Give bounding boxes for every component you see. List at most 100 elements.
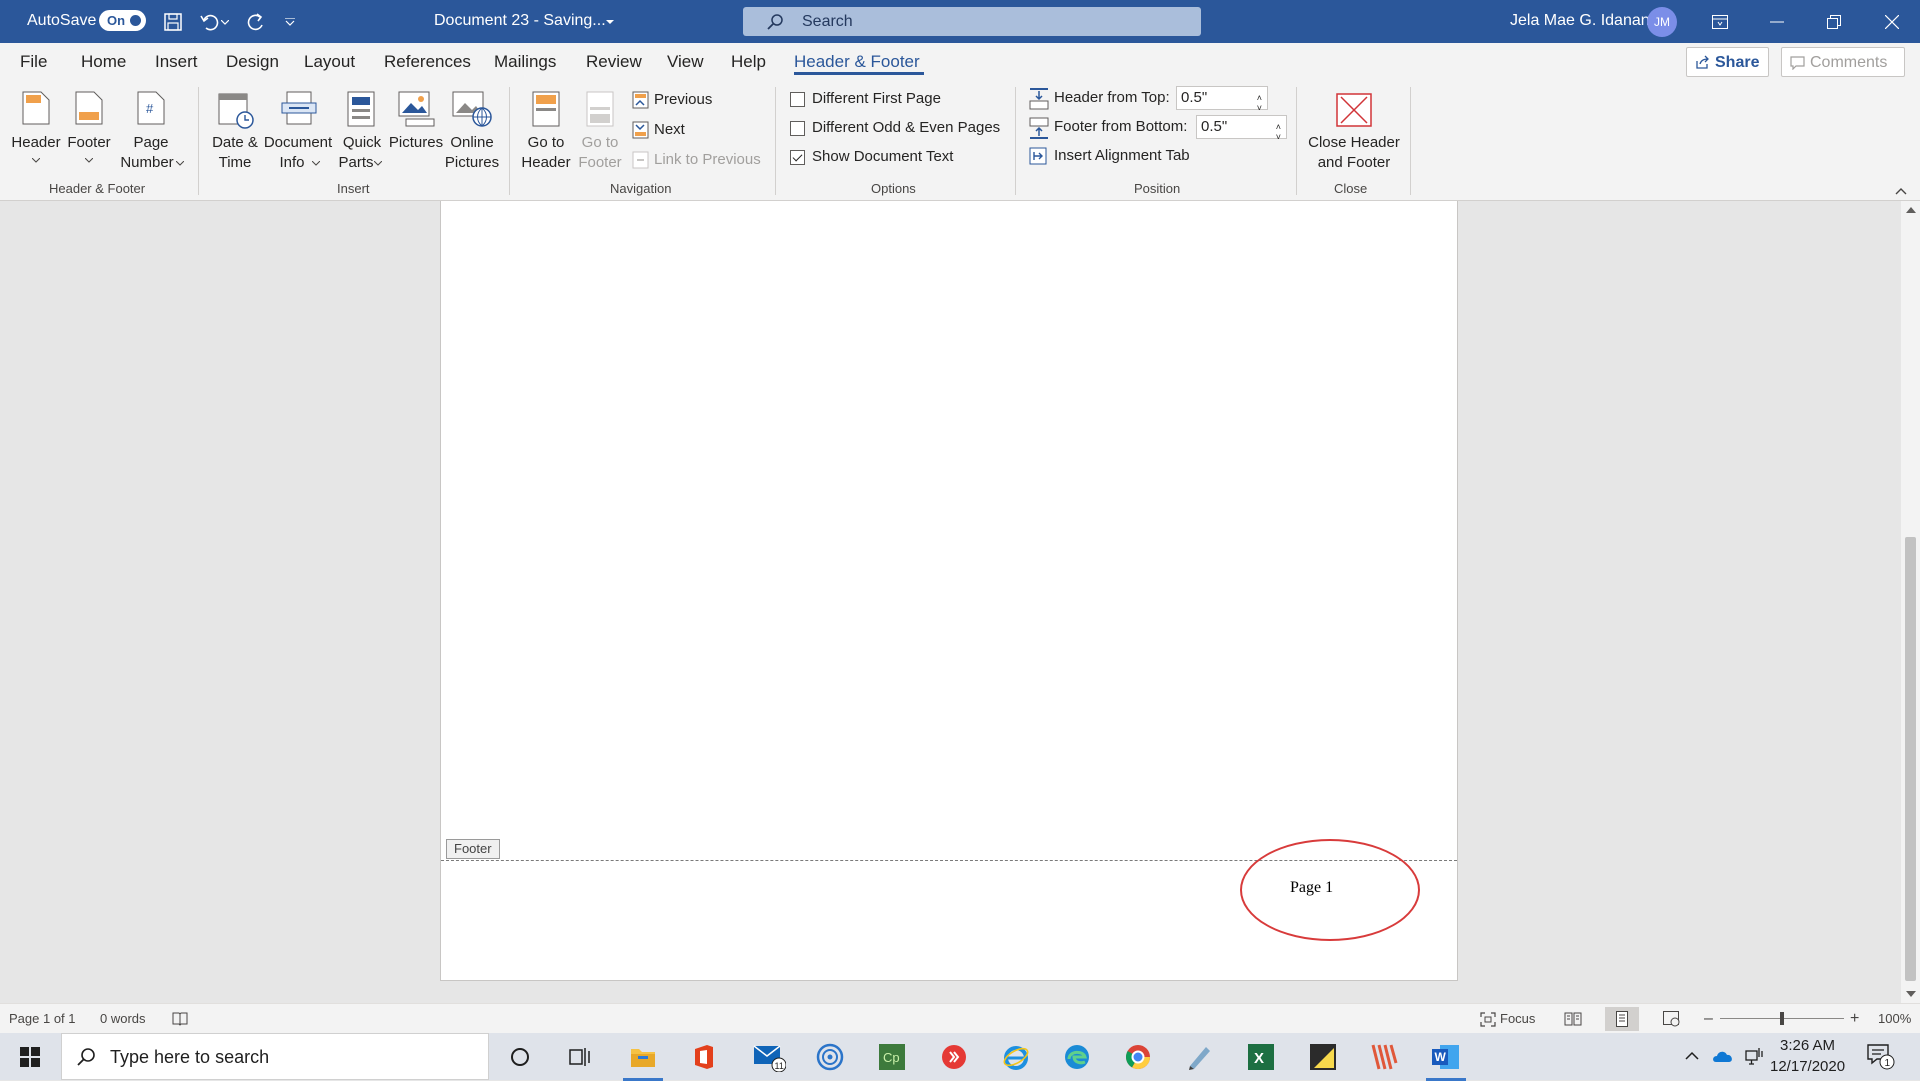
go-to-header-icon	[532, 91, 560, 127]
tab-design[interactable]: Design	[226, 43, 279, 83]
onedrive-icon[interactable]	[1712, 1049, 1734, 1063]
customize-toolbar-icon[interactable]	[278, 8, 302, 36]
tab-insert[interactable]: Insert	[155, 43, 198, 83]
undo-dropdown-icon[interactable]	[218, 8, 232, 36]
cortana-icon[interactable]	[496, 1037, 544, 1077]
tab-file[interactable]: File	[20, 43, 47, 83]
close-header-footer-button[interactable]: Close Header and Footer	[1303, 87, 1405, 173]
zoom-out-icon[interactable]: –	[1704, 1004, 1713, 1033]
show-document-text-label: Show Document Text	[812, 148, 954, 165]
online-pictures-button[interactable]: Online Pictures	[442, 87, 502, 173]
taskbar-search[interactable]: Type here to search	[61, 1033, 489, 1080]
tab-home[interactable]: Home	[81, 43, 126, 83]
search-box[interactable]: Search	[743, 7, 1201, 36]
restore-icon[interactable]	[1806, 0, 1862, 43]
file-explorer-icon[interactable]	[619, 1037, 667, 1081]
read-mode-icon[interactable]	[1564, 1012, 1582, 1026]
focus-mode-button[interactable]: Focus	[1500, 1004, 1535, 1033]
collapse-ribbon-icon[interactable]	[1895, 187, 1907, 195]
internet-explorer-icon[interactable]	[992, 1037, 1040, 1077]
scrollbar-thumb[interactable]	[1905, 537, 1916, 981]
office-icon[interactable]	[680, 1037, 728, 1077]
notification-center-icon[interactable]: 1	[1867, 1044, 1895, 1070]
odd-even-pages-option[interactable]: Different Odd & Even Pages	[790, 118, 1010, 140]
date-time-button[interactable]: Date & Time	[206, 87, 264, 173]
title-dropdown-icon[interactable]	[600, 8, 620, 36]
network-icon[interactable]	[1745, 1047, 1765, 1065]
zoom-level[interactable]: 100%	[1878, 1004, 1911, 1033]
show-document-text-checkbox[interactable]	[790, 150, 805, 165]
web-layout-icon[interactable]	[1663, 1011, 1681, 1027]
page-number-button[interactable]: # Page Number	[114, 87, 188, 173]
scroll-down-icon[interactable]	[1906, 991, 1916, 997]
share-button[interactable]: Share	[1686, 47, 1769, 77]
anydesk-icon[interactable]	[930, 1037, 978, 1077]
tab-review[interactable]: Review	[586, 43, 642, 83]
print-layout-active[interactable]	[1605, 1007, 1639, 1031]
word-count[interactable]: 0 words	[100, 1004, 146, 1033]
vertical-scrollbar[interactable]	[1901, 201, 1920, 1003]
user-name[interactable]: Jela Mae G. Idanan	[1510, 0, 1650, 43]
sticky-notes-icon[interactable]	[1299, 1037, 1347, 1077]
redo-icon[interactable]	[242, 8, 270, 36]
page-number-icon: #	[137, 91, 165, 125]
captivate-icon[interactable]: Cp	[868, 1037, 916, 1077]
tab-view[interactable]: View	[667, 43, 704, 83]
spin-down-icon[interactable]: ˅	[1276, 126, 1281, 148]
minimize-icon[interactable]	[1749, 0, 1805, 43]
header-from-top-input[interactable]: 0.5" ˄ ˅	[1176, 86, 1268, 113]
header-button[interactable]: Header	[4, 87, 68, 173]
footer-from-bottom-input[interactable]: 0.5" ˄ ˅	[1196, 115, 1287, 142]
mail-badge: 11	[775, 1061, 784, 1071]
odd-even-pages-checkbox[interactable]	[790, 121, 805, 136]
search-placeholder: Search	[802, 13, 853, 30]
document-page[interactable]: Footer Page 1	[440, 201, 1458, 981]
edge-icon[interactable]	[1053, 1037, 1101, 1077]
zoom-slider-thumb[interactable]	[1780, 1012, 1784, 1025]
pictures-button[interactable]: Pictures	[388, 87, 444, 173]
tab-layout[interactable]: Layout	[304, 43, 355, 83]
tab-mailings[interactable]: Mailings	[494, 43, 556, 83]
date-time-label-2: Time	[218, 154, 252, 171]
next-button[interactable]: Next	[630, 119, 710, 141]
system-clock[interactable]: 3:26 AM 12/17/2020	[1770, 1035, 1845, 1077]
tab-header-footer[interactable]: Header & Footer	[794, 43, 920, 83]
show-hidden-icons-icon[interactable]	[1685, 1051, 1699, 1060]
mail-icon[interactable]: 11	[745, 1037, 793, 1077]
tracking-app-icon[interactable]	[806, 1037, 854, 1077]
avatar[interactable]: JM	[1647, 7, 1677, 37]
previous-button[interactable]: Previous	[630, 89, 730, 111]
scroll-up-icon[interactable]	[1906, 207, 1916, 213]
insert-alignment-tab-button[interactable]: Insert Alignment Tab	[1029, 145, 1209, 167]
zoom-in-icon[interactable]: +	[1850, 1004, 1859, 1033]
notepad-icon[interactable]	[1176, 1037, 1224, 1077]
chrome-icon[interactable]	[1114, 1037, 1162, 1077]
close-window-icon[interactable]	[1864, 0, 1920, 43]
previous-icon	[632, 91, 649, 109]
excel-icon[interactable]: X	[1237, 1037, 1285, 1077]
link-to-previous-label: Link to Previous	[654, 151, 761, 168]
footer-button[interactable]: Footer	[62, 87, 116, 173]
save-icon[interactable]	[159, 8, 187, 36]
quick-parts-button[interactable]: Quick Parts	[334, 87, 390, 173]
comments-button[interactable]: Comments	[1781, 47, 1905, 77]
word-icon[interactable]: W	[1422, 1037, 1470, 1081]
proofing-icon[interactable]	[172, 1012, 188, 1026]
stripes-app-icon[interactable]	[1360, 1037, 1408, 1077]
document-info-button[interactable]: Document Info	[262, 87, 334, 173]
tab-references[interactable]: References	[384, 43, 471, 83]
go-to-header-button[interactable]: Go to Header	[516, 87, 576, 173]
go-to-header-label-1: Go to	[527, 134, 565, 151]
header-from-top-value: 0.5"	[1181, 89, 1208, 106]
header-label: Header	[11, 134, 61, 151]
ribbon-display-options-icon[interactable]	[1692, 0, 1748, 43]
show-document-text-option[interactable]: Show Document Text	[790, 147, 1010, 169]
different-first-page-option[interactable]: Different First Page	[790, 89, 1010, 111]
different-first-page-checkbox[interactable]	[790, 92, 805, 107]
autosave-toggle[interactable]: On	[99, 10, 146, 31]
group-label-navigation: Navigation	[610, 181, 672, 196]
page-count[interactable]: Page 1 of 1	[9, 1004, 76, 1033]
tab-help[interactable]: Help	[731, 43, 766, 83]
windows-start-icon[interactable]	[6, 1037, 54, 1077]
task-view-icon[interactable]	[556, 1037, 604, 1077]
